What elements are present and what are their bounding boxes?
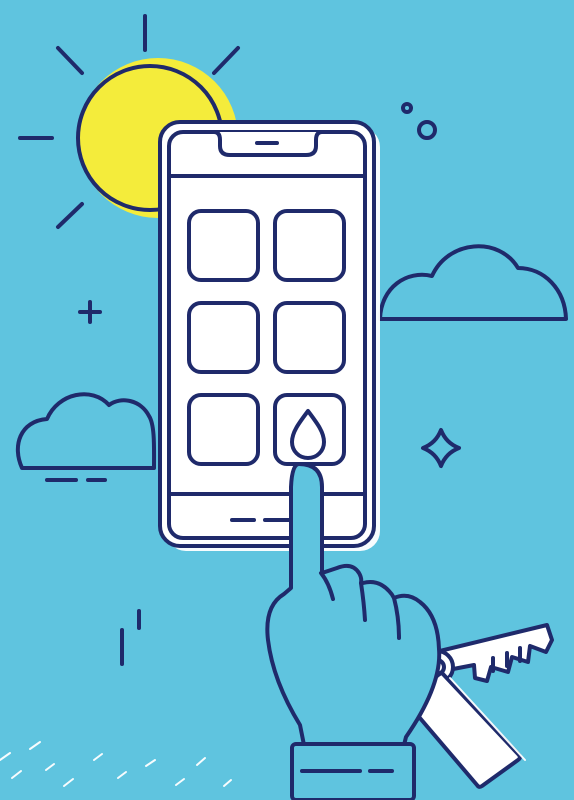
app-tile-icon[interactable] (187, 301, 260, 374)
app-tile-icon[interactable] (187, 209, 260, 282)
app-tile-icon[interactable] (273, 209, 346, 282)
app-tile-icon[interactable] (273, 301, 346, 374)
app-tile-icon[interactable] (187, 393, 260, 466)
illustration (0, 0, 574, 800)
